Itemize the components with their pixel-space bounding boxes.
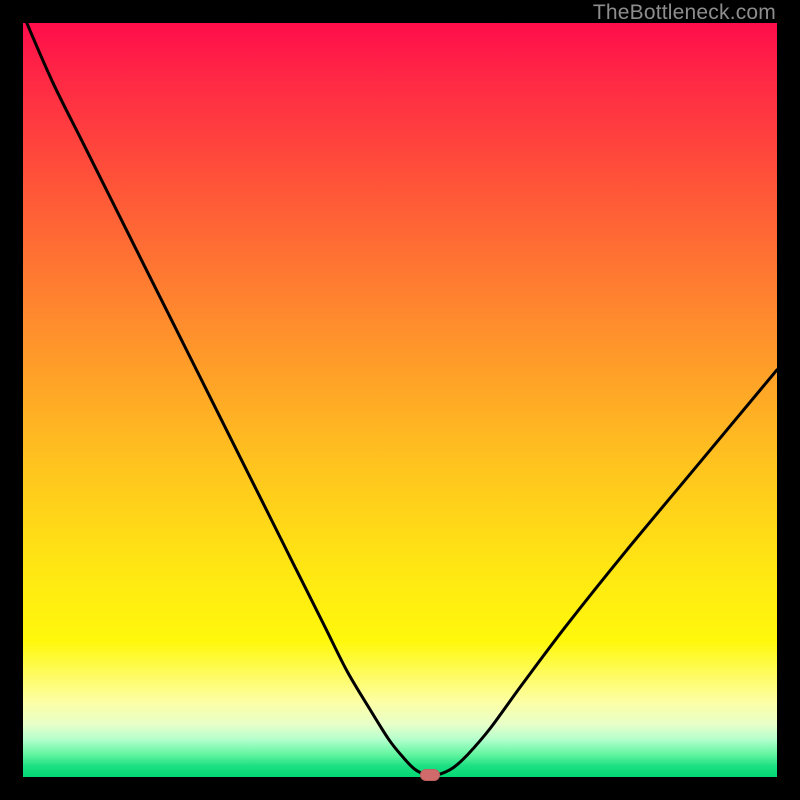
optimal-point-marker [420, 769, 440, 781]
chart-frame: TheBottleneck.com [0, 0, 800, 800]
watermark-text: TheBottleneck.com [593, 1, 776, 25]
chart-plot-area [23, 23, 777, 777]
